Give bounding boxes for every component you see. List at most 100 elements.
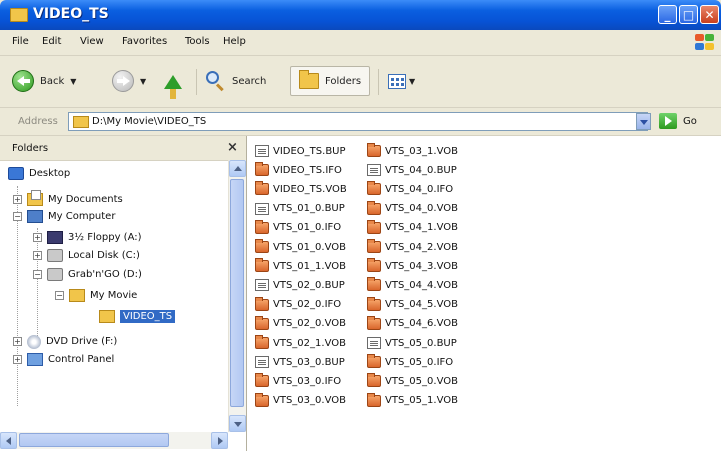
file-item[interactable]: VTS_03_0.BUP <box>255 354 345 370</box>
file-item[interactable]: VTS_03_0.IFO <box>255 373 341 389</box>
menu-view[interactable]: View <box>80 36 104 47</box>
expand-toggle[interactable]: + <box>13 195 22 204</box>
folders-button[interactable]: Folders <box>290 66 371 96</box>
tree-item-my-movie[interactable]: My Movie <box>69 287 137 304</box>
menu-file[interactable]: File <box>12 36 29 47</box>
collapse-toggle[interactable]: − <box>13 212 22 221</box>
control-panel-icon <box>27 353 43 366</box>
tree-item-control-panel[interactable]: Control Panel <box>27 351 114 368</box>
address-field[interactable]: D:\My Movie\VIDEO_TS <box>68 112 648 131</box>
file-item[interactable]: VTS_03_0.VOB <box>255 392 346 409</box>
file-item[interactable]: VTS_04_0.IFO <box>367 181 453 197</box>
tree-item-label: Control Panel <box>48 354 115 365</box>
file-item[interactable]: VTS_01_0.IFO <box>255 219 342 236</box>
views-dropdown-icon[interactable]: ▼ <box>409 77 415 86</box>
file-item[interactable]: VTS_01_1.VOB <box>255 258 346 274</box>
go-button[interactable]: Go <box>683 116 697 127</box>
file-item[interactable]: VTS_05_1.VOB <box>367 392 458 409</box>
tree-item-label: Desktop <box>29 168 71 179</box>
folders-vertical-scrollbar[interactable] <box>228 160 246 432</box>
forward-button[interactable]: ▼ <box>112 66 146 96</box>
search-icon <box>204 70 226 92</box>
tree-item-desktop[interactable]: Desktop <box>8 165 70 182</box>
collapse-toggle[interactable]: − <box>55 291 64 300</box>
search-label: Search <box>232 75 267 87</box>
file-item[interactable]: VTS_04_0.BUP <box>367 162 457 178</box>
menu-edit[interactable]: Edit <box>42 36 61 47</box>
file-item[interactable]: VTS_05_0.BUP <box>367 335 457 351</box>
expand-toggle[interactable]: + <box>33 233 42 242</box>
maximize-button[interactable]: □ <box>679 5 698 24</box>
file-name: VTS_04_0.BUP <box>385 164 457 176</box>
video-file-icon <box>367 296 381 311</box>
menu-tools[interactable]: Tools <box>185 36 210 47</box>
tree-item-my-computer[interactable]: My Computer <box>27 208 115 225</box>
file-name: VTS_03_0.IFO <box>273 375 342 387</box>
tree-item-my-documents[interactable]: My Documents <box>27 190 123 208</box>
document-file-icon <box>255 356 269 369</box>
file-item[interactable]: VTS_01_0.VOB <box>255 239 346 255</box>
file-item[interactable]: VTS_04_6.VOB <box>367 315 458 332</box>
tree-item-local-disk[interactable]: Local Disk (C:) <box>47 247 140 264</box>
tree-item-grab-n-go[interactable]: Grab'n'GO (D:) <box>47 266 142 283</box>
file-name: VTS_03_0.VOB <box>273 395 346 407</box>
expand-toggle[interactable]: + <box>13 355 22 364</box>
menu-help[interactable]: Help <box>223 36 246 47</box>
file-item[interactable]: VIDEO_TS.BUP <box>255 143 346 159</box>
go-arrow-icon[interactable] <box>659 113 677 129</box>
address-dropdown-icon[interactable] <box>636 113 651 130</box>
file-item[interactable]: VIDEO_TS.VOB <box>255 181 347 197</box>
file-item[interactable]: VTS_02_0.VOB <box>255 315 346 332</box>
scroll-down-icon[interactable] <box>229 415 246 432</box>
file-item[interactable]: VTS_02_0.IFO <box>255 296 341 313</box>
file-item[interactable]: VTS_04_4.VOB <box>367 277 458 293</box>
file-name: VTS_04_1.VOB <box>385 222 458 234</box>
file-item[interactable]: VTS_02_1.VOB <box>255 335 346 351</box>
file-item[interactable]: VTS_04_1.VOB <box>367 219 458 236</box>
video-file-icon <box>367 315 381 330</box>
video-file-icon <box>255 373 269 388</box>
tree-item-video-ts[interactable]: VIDEO_TS <box>99 308 176 325</box>
file-item[interactable]: VIDEO_TS.IFO <box>255 162 342 178</box>
views-button[interactable]: ▼ <box>388 66 415 96</box>
collapse-toggle[interactable]: − <box>33 270 42 279</box>
file-item[interactable]: VTS_04_2.VOB <box>367 239 458 255</box>
file-item[interactable]: VTS_02_0.BUP <box>255 277 345 293</box>
file-item[interactable]: VTS_05_0.IFO <box>367 354 453 370</box>
back-button[interactable]: Back ▼ <box>12 66 76 96</box>
up-folder-button[interactable] <box>164 67 182 99</box>
tree-item-label: My Documents <box>48 194 123 205</box>
tree-item-floppy[interactable]: 3½ Floppy (A:) <box>47 229 142 246</box>
forward-dropdown-icon[interactable]: ▼ <box>140 77 146 86</box>
file-item[interactable]: VTS_04_0.VOB <box>367 200 458 217</box>
file-item[interactable]: VTS_04_3.VOB <box>367 258 458 274</box>
minimize-button[interactable]: _ <box>658 5 677 24</box>
close-button[interactable]: ✕ <box>700 5 719 24</box>
file-item[interactable]: VTS_03_1.VOB <box>367 143 458 159</box>
back-arrow-icon <box>12 70 34 92</box>
expand-toggle[interactable]: + <box>33 251 42 260</box>
video-file-icon <box>367 277 381 292</box>
file-name: VTS_01_0.IFO <box>273 222 342 234</box>
file-item[interactable]: VTS_04_5.VOB <box>367 296 458 313</box>
folders-horizontal-scrollbar[interactable] <box>0 432 228 449</box>
menu-favorites[interactable]: Favorites <box>122 36 167 47</box>
file-item[interactable]: VTS_01_0.BUP <box>255 201 345 217</box>
file-name: VTS_01_0.VOB <box>273 241 346 253</box>
folders-pane-close-button[interactable]: × <box>227 140 238 155</box>
video-file-icon <box>255 181 269 196</box>
file-item[interactable]: VTS_05_0.VOB <box>367 373 458 389</box>
scroll-thumb[interactable] <box>19 433 169 447</box>
search-button[interactable]: Search <box>204 66 266 96</box>
tree-item-dvd-drive[interactable]: DVD Drive (F:) <box>27 333 117 350</box>
scroll-thumb[interactable] <box>230 179 244 407</box>
title-bar[interactable]: VIDEO_TS _ □ ✕ <box>0 0 721 30</box>
floppy-icon <box>47 231 63 244</box>
scroll-up-icon[interactable] <box>229 160 246 177</box>
file-name: VTS_02_0.VOB <box>273 318 346 330</box>
scroll-left-icon[interactable] <box>0 432 17 449</box>
back-dropdown-icon[interactable]: ▼ <box>70 77 76 86</box>
scroll-right-icon[interactable] <box>211 432 228 449</box>
expand-toggle[interactable]: + <box>13 337 22 346</box>
tree-item-label: My Computer <box>48 211 116 222</box>
